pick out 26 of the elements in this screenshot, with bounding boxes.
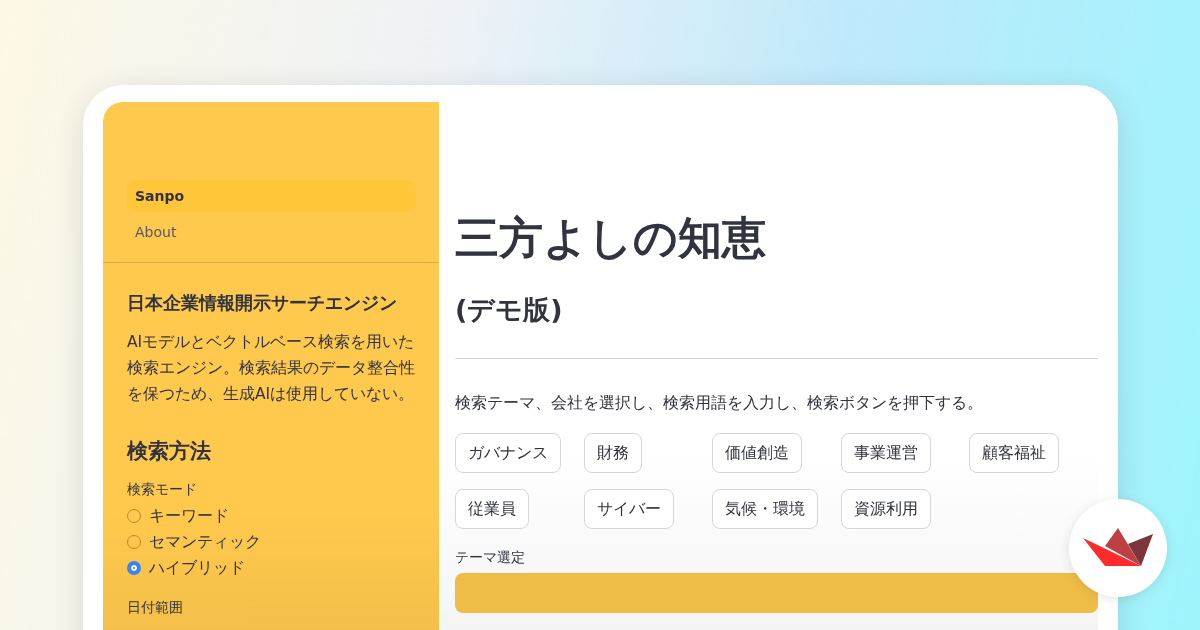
paper-boat-icon — [1083, 528, 1153, 568]
field-label: 日付範囲 — [127, 599, 184, 617]
theme-button[interactable]: 気候・環境 — [712, 489, 818, 529]
theme-button[interactable]: 事業運営 — [840, 433, 931, 473]
page-title: 三方よしの知恵 — [455, 211, 767, 265]
theme-button[interactable]: 財務 — [583, 433, 642, 473]
sidebar-heading: 日本企業情報開示サーチエンジン — [127, 291, 398, 315]
radio-button[interactable] — [127, 561, 141, 575]
theme-button[interactable]: 従業員 — [455, 489, 529, 529]
theme-button[interactable]: 顧客福祉 — [969, 433, 1059, 473]
theme-button[interactable]: サイバー — [583, 489, 674, 529]
theme-button[interactable]: 資源利用 — [840, 489, 931, 529]
theme-button[interactable]: 価値創造 — [712, 433, 802, 473]
select-field[interactable] — [455, 573, 1098, 613]
description-text: AIモデルとベクトルベース検索を用いた検索エンジン。検索結果のデータ整合性を保つため、生成AIは使用していない。 — [127, 332, 416, 405]
field-label: 検索モード — [127, 481, 198, 499]
nav-link[interactable]: About — [127, 216, 415, 248]
section-heading: 検索方法 — [127, 438, 212, 465]
page-subtitle: (デモ版) — [455, 293, 564, 327]
instruction-text: 検索テーマ、会社を選択し、検索用語を入力し、検索ボタンを押下する。 — [455, 392, 984, 414]
radio-label: ハイブリッド — [149, 557, 245, 579]
radio-label: セマンティック — [149, 531, 261, 553]
theme-button[interactable]: ガバナンス — [455, 433, 561, 473]
nav-link[interactable]: Sanpo — [127, 180, 415, 212]
radio-label: キーワード — [149, 505, 229, 527]
field-label: テーマ選定 — [455, 549, 526, 567]
